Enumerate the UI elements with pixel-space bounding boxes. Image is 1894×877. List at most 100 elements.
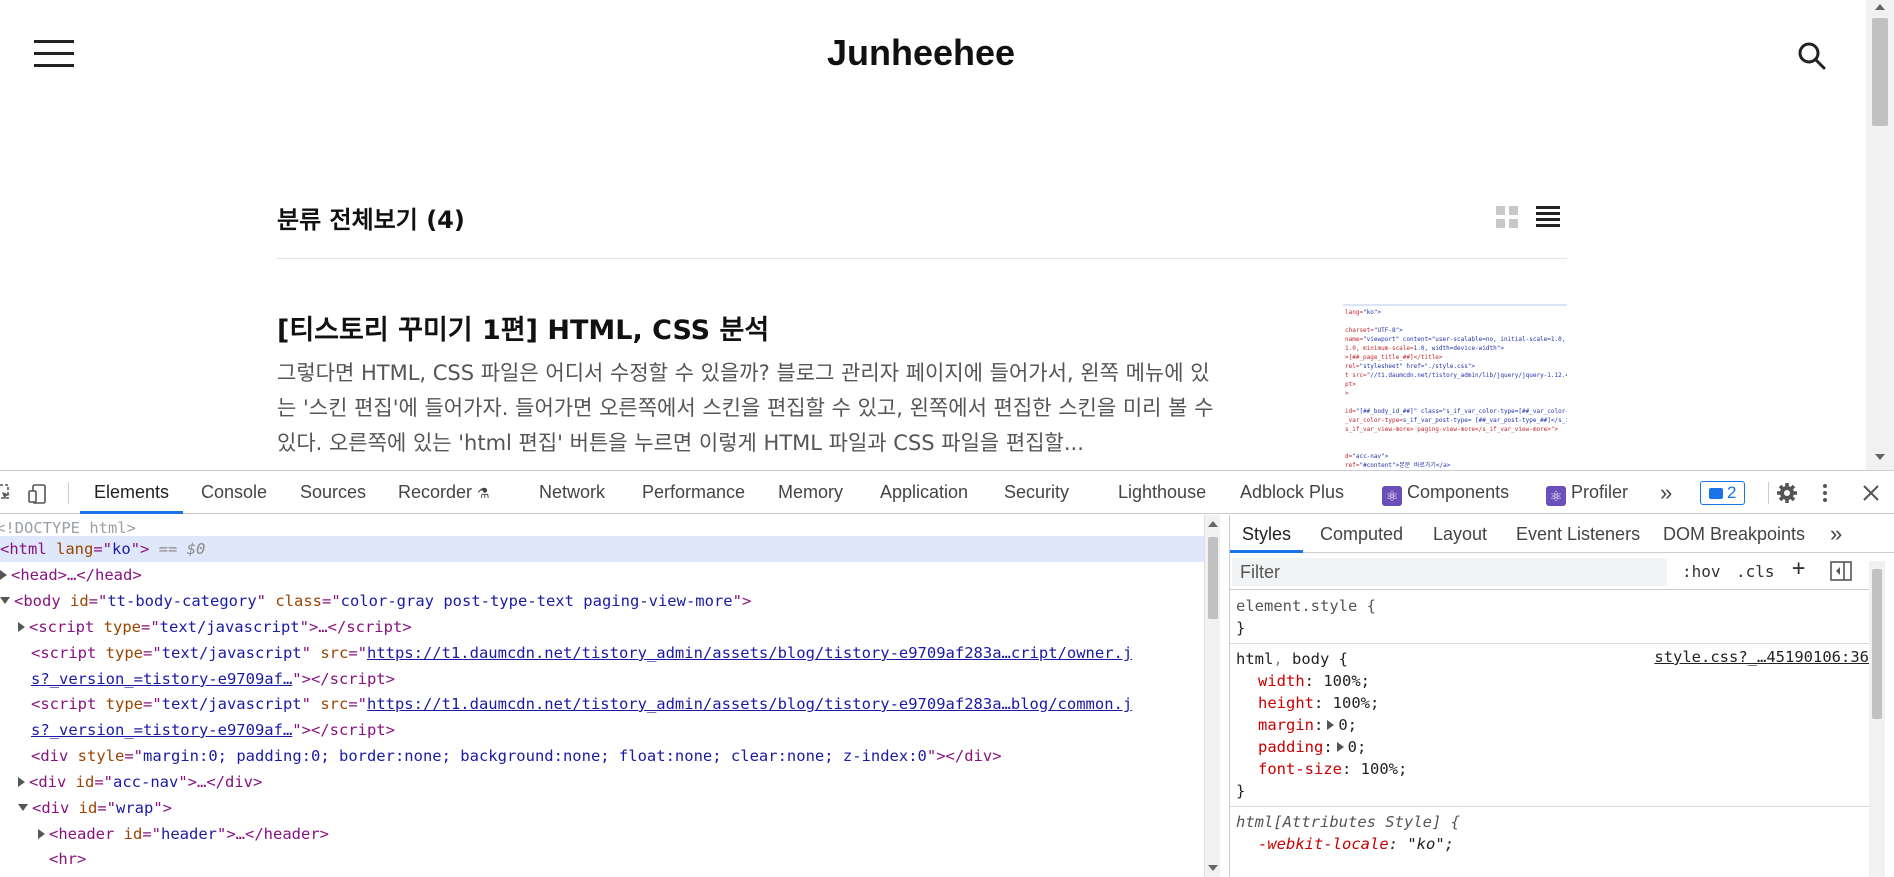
site-title[interactable]: Junheehee [0,32,1842,74]
search-icon[interactable] [1796,40,1828,72]
css-property[interactable]: width: 100%; [1236,670,1869,692]
subtab-computed[interactable]: Computed [1320,515,1403,553]
tab-application[interactable]: Application [880,471,968,514]
tab-sources[interactable]: Sources [300,471,366,514]
tab-network[interactable]: Network [539,471,605,514]
hov-toggle[interactable]: :hov [1682,559,1721,585]
dom-node-script[interactable]: <script type="text/javascript">…</script… [18,614,412,640]
dom-node-script-common[interactable]: <script type="text/javascript" src="http… [31,691,1132,717]
scroll-down-arrow-icon[interactable] [1208,865,1218,871]
dom-node-header[interactable]: <header id="header">…</header> [38,821,329,847]
expand-shorthand-icon[interactable] [1327,720,1335,730]
tab-memory[interactable]: Memory [778,471,843,514]
dom-node-div-acc-nav[interactable]: <div id="acc-nav">…</div> [18,769,262,795]
styles-scrollbar[interactable] [1869,561,1885,877]
elements-scrollbar[interactable] [1204,515,1220,877]
expand-arrow-icon[interactable] [0,570,7,580]
scroll-up-arrow-icon[interactable] [1875,4,1885,10]
page-scrollbar[interactable] [1866,0,1894,470]
css-property: -webkit-locale: "ko"; [1258,835,1454,853]
prop-value: 100%; [1360,760,1408,778]
expand-arrow-icon[interactable] [18,777,25,787]
list-view-icon[interactable] [1536,206,1560,228]
prop-name: font-size [1258,760,1342,778]
subtab-styles[interactable]: Styles [1230,515,1304,553]
rule-element-style[interactable]: element.style { } [1230,591,1875,644]
css-property[interactable]: margin: 0; [1236,714,1869,736]
tab-components[interactable]: ⚛ Components [1382,471,1509,514]
post-excerpt[interactable]: 그렇다면 HTML, CSS 파일은 어디서 수정할 수 있을까? 블로그 관리… [277,356,1227,461]
rule-source-link[interactable]: style.css?_…45190106:36 [1654,648,1869,666]
more-options-icon[interactable] [1820,483,1830,503]
subtab-dom-breakpoints[interactable]: DOM Breakpoints [1663,515,1805,553]
device-toolbar-icon[interactable] [28,484,46,504]
expand-arrow-icon[interactable] [18,622,25,632]
dom-node-hr[interactable]: <hr> [49,846,86,872]
dom-node-script-owner[interactable]: <script type="text/javascript" src="http… [31,640,1132,666]
css-property[interactable]: height: 100%; [1236,692,1869,714]
thumbnail-code-line [1345,317,1567,326]
issues-badge[interactable]: 2 [1700,481,1746,505]
scroll-down-arrow-icon[interactable] [1875,454,1885,460]
thumbnail-code-line [1345,434,1567,443]
prop-value: 0; [1338,716,1358,734]
subtab-event-listeners[interactable]: Event Listeners [1516,515,1640,553]
thumbnail-code-line: d="acc-nav"> [1345,453,1389,460]
tab-elements[interactable]: Elements [80,471,184,514]
rule-html-body[interactable]: html, body { style.css?_…45190106:36 wid… [1230,644,1875,807]
cls-toggle[interactable]: .cls [1736,559,1775,585]
css-property[interactable]: font-size: 100%; [1236,758,1869,780]
dom-node-div-wrap[interactable]: <div id="wrap"> [18,795,172,821]
inspect-element-icon[interactable] [0,484,12,502]
new-rule-plus-icon[interactable]: + [1792,556,1805,582]
dom-node-head[interactable]: <head>…</head> [0,562,142,588]
settings-gear-icon[interactable] [1776,482,1798,504]
dom-node-script-common-cont[interactable]: s?_version_=tistory-e9709af…"></script> [31,717,395,743]
web-page: Junheehee 분류 전체보기 (4) [티스토리 꾸미기 1편] HTML… [0,0,1894,470]
html-tag: html [9,540,47,558]
dom-node-html-selected[interactable]: <html lang="ko"> == $0 [0,536,1204,562]
thumbnail-code-line: >[##_page_title_##]</title> [1345,354,1443,361]
more-tabs-chevron-icon[interactable]: » [1660,471,1672,514]
script-src-link-cont[interactable]: s?_version_=tistory-e9709af… [31,721,292,739]
tab-profiler[interactable]: ⚛ Profiler [1546,471,1628,514]
script-src-link-cont[interactable]: s?_version_=tistory-e9709af… [31,670,292,688]
grid-view-icon[interactable] [1496,206,1518,228]
thumbnail-code-line: name="viewport" content="user-scalable=n… [1345,336,1567,343]
tab-lighthouse[interactable]: Lighthouse [1118,471,1206,514]
rule-html-attributes[interactable]: html[Attributes Style] { -webkit-locale:… [1230,807,1875,859]
rule-close: } [1236,782,1246,800]
subtab-layout[interactable]: Layout [1433,515,1487,553]
scrollbar-thumb[interactable] [1208,537,1218,619]
more-subtabs-chevron-icon[interactable]: » [1830,515,1842,553]
expand-shorthand-icon[interactable] [1336,742,1344,752]
dom-node-script-owner-cont[interactable]: s?_version_=tistory-e9709af…"></script> [31,666,395,692]
collapse-arrow-icon[interactable] [0,597,10,604]
script-src-link[interactable]: https://t1.daumcdn.net/tistory_admin/ass… [367,644,1132,662]
tab-security[interactable]: Security [1004,471,1069,514]
post-thumbnail[interactable]: lang="ko"> charset="UTF-8"> name="viewpor… [1343,304,1567,470]
scroll-up-arrow-icon[interactable] [1208,521,1218,527]
tab-performance[interactable]: Performance [642,471,745,514]
expand-arrow-icon[interactable] [38,829,45,839]
close-icon[interactable] [1862,484,1880,502]
styles-filter-input[interactable] [1232,558,1667,586]
scrollbar-thumb[interactable] [1872,18,1888,126]
collapse-arrow-icon[interactable] [18,804,28,811]
div-style-value: margin:0; padding:0; border:none; backgr… [143,747,927,765]
tab-recorder[interactable]: Recorder ⚗ [398,471,490,514]
tab-console[interactable]: Console [201,471,267,514]
hr-text: <hr> [49,850,87,868]
post-title[interactable]: [티스토리 꾸미기 1편] HTML, CSS 분석 [277,308,769,347]
separator [1768,482,1769,504]
script-src-link[interactable]: https://t1.daumcdn.net/tistory_admin/ass… [367,695,1132,713]
elements-dom-tree[interactable]: <!DOCTYPE html> <html lang="ko"> == $0 <… [0,515,1212,877]
tab-adblock-plus[interactable]: Adblock Plus [1240,471,1344,514]
scrollbar-thumb[interactable] [1872,569,1882,719]
prop-name: width [1258,672,1305,690]
toggle-sidebar-icon[interactable] [1830,561,1852,587]
dom-node-body[interactable]: <body id="tt-body-category" class="color… [0,588,751,614]
selector-part: body [1292,650,1330,668]
css-property[interactable]: padding: 0; [1236,736,1869,758]
dom-node-div-style[interactable]: <div style="margin:0; padding:0; border:… [31,743,1002,769]
